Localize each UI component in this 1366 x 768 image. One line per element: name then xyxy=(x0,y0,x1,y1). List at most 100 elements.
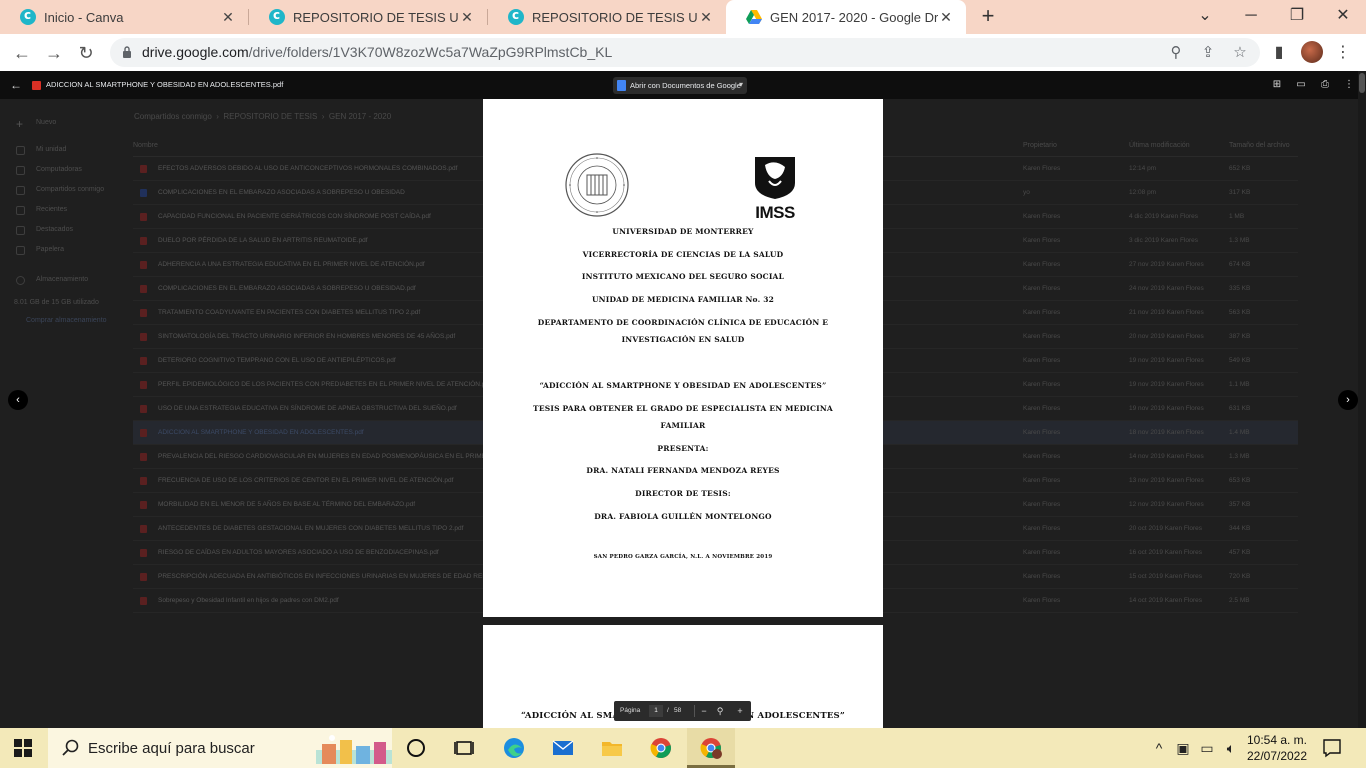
page-number-input[interactable]: 1 xyxy=(649,705,663,717)
taskbar-cortana[interactable] xyxy=(392,728,440,768)
taskbar-clock[interactable]: 10:54 a. m. 22/07/2022 xyxy=(1244,732,1310,764)
tab-canva[interactable]: Inicio - Canva ✕ xyxy=(0,0,248,34)
url-text[interactable]: drive.google.com/drive/folders/1V3K70W8z… xyxy=(142,44,612,60)
google-drive-favicon-icon xyxy=(746,10,762,24)
tab-close-icon[interactable]: ✕ xyxy=(698,9,714,25)
bookmark-star-icon[interactable]: ☆ xyxy=(1231,44,1249,62)
tab-close-icon[interactable]: ✕ xyxy=(459,9,475,25)
taskbar-task-view[interactable] xyxy=(440,728,488,768)
column-modified: Última modificación xyxy=(1129,142,1190,149)
browser-toolbar: ← → ↻ drive.google.com/drive/folders/1V3… xyxy=(0,34,1366,71)
restore-icon[interactable]: ❐ xyxy=(1274,0,1320,34)
mail-envelope-icon xyxy=(552,740,574,755)
my-drive-icon xyxy=(16,146,25,155)
column-size: Tamaño del archivo xyxy=(1229,142,1290,149)
zoom-magnifier-icon[interactable]: ⚲ xyxy=(714,705,726,717)
viewer-scrollbar[interactable] xyxy=(1358,71,1366,728)
tab-google-drive[interactable]: GEN 2017- 2020 - Google Drive ✕ xyxy=(726,0,966,34)
next-file-arrow-icon[interactable]: › xyxy=(1338,390,1358,410)
tab-close-icon[interactable]: ✕ xyxy=(220,9,236,25)
zoom-magnifier-icon[interactable]: ⚲ xyxy=(1167,44,1185,62)
doc-line-author: DRA. NATALI FERNANDA MENDOZA REYES xyxy=(586,466,780,475)
taskbar-search-input[interactable] xyxy=(88,737,348,759)
close-window-icon[interactable]: ✕ xyxy=(1320,0,1366,34)
column-owner: Propietario xyxy=(1023,142,1057,149)
pdf-file-icon xyxy=(140,237,147,245)
scrollbar-thumb[interactable] xyxy=(1359,73,1365,93)
meet-now-icon[interactable]: ▣ xyxy=(1172,738,1194,758)
doc-line-director: DRA. FABIOLA GUILLÉN MONTELONGO xyxy=(594,512,772,521)
pdf-file-icon xyxy=(140,573,147,581)
back-arrow-icon[interactable]: ← xyxy=(10,41,34,65)
volume-speaker-icon[interactable]: 🔈︎ xyxy=(1220,738,1242,758)
show-hidden-icons-chevron-icon[interactable]: ^ xyxy=(1148,738,1170,758)
browser-menu-icon[interactable]: ⋮ xyxy=(1332,42,1354,64)
windows-start-icon[interactable] xyxy=(14,739,32,757)
notification-center-icon[interactable] xyxy=(1322,738,1342,758)
file-size: 720 KB xyxy=(1229,573,1251,580)
taskbar-chrome-profile[interactable] xyxy=(687,728,735,768)
file-name: PRESCRIPCIÓN ADECUADA EN ANTIBIÓTICOS EN… xyxy=(158,573,525,580)
chrome-profile-icon xyxy=(700,738,722,759)
computers-icon xyxy=(16,166,25,175)
comment-icon[interactable]: ▭ xyxy=(1295,79,1307,91)
canva-favicon-icon xyxy=(269,8,285,25)
file-size: 674 KB xyxy=(1229,261,1251,268)
new-plus-icon: + xyxy=(16,117,24,131)
starred-icon xyxy=(16,226,25,235)
previous-file-arrow-icon[interactable]: ‹ xyxy=(8,390,28,410)
tab-search-chevron-icon[interactable]: ⌄ xyxy=(1182,0,1228,34)
file-owner: Karen Flores xyxy=(1023,381,1061,388)
tab-title: GEN 2017- 2020 - Google Drive xyxy=(770,9,938,25)
page-total: 58 xyxy=(674,707,682,714)
storage-label: Almacenamiento xyxy=(36,276,89,283)
taskbar-chrome[interactable] xyxy=(637,728,685,768)
close-viewer-arrow-icon[interactable]: ← xyxy=(10,78,22,92)
taskbar-mail[interactable] xyxy=(539,728,587,768)
doc-line-place-date: SAN PEDRO GARZA GARCÍA, N.L. A NOVIEMBRE… xyxy=(593,554,773,560)
file-owner: Karen Flores xyxy=(1023,453,1061,460)
canva-favicon-icon xyxy=(20,8,36,25)
pdf-page-1: IMSS UNIVERSIDAD DE MONTERREY VICERRECTO… xyxy=(483,99,883,617)
buy-storage-link: Comprar almacenamiento xyxy=(26,317,107,324)
reload-icon[interactable]: ↻ xyxy=(74,41,98,65)
print-icon[interactable]: ⎙ xyxy=(1319,79,1331,91)
share-icon[interactable]: ⇪ xyxy=(1199,44,1217,62)
zoom-out-icon[interactable]: − xyxy=(698,705,710,717)
url-host: drive.google.com xyxy=(142,44,249,60)
pdf-file-icon xyxy=(140,429,147,437)
new-tab-plus-icon[interactable]: + xyxy=(976,5,1000,29)
file-modified: 13 nov 2019 Karen Flores xyxy=(1129,477,1204,484)
minimize-icon[interactable]: ─ xyxy=(1228,0,1274,34)
file-size: 1.1 MB xyxy=(1229,381,1250,388)
storage-cloud-icon xyxy=(16,276,25,285)
taskbar-file-explorer[interactable] xyxy=(588,728,636,768)
side-panel-icon[interactable]: ▮ xyxy=(1268,42,1290,64)
open-with-google-docs-button[interactable]: Abrir con Documentos de Google ▾ xyxy=(613,77,747,94)
add-to-drive-icon[interactable]: ⊞ xyxy=(1271,79,1283,91)
tab-close-icon[interactable]: ✕ xyxy=(938,9,954,25)
profile-avatar[interactable] xyxy=(1301,41,1323,63)
taskbar-edge[interactable] xyxy=(490,728,538,768)
file-name: CAPACIDAD FUNCIONAL EN PACIENTE GERIÁTRI… xyxy=(158,213,431,220)
tab-repositorio-2[interactable]: REPOSITORIO DE TESIS UMF 32 | ✕ xyxy=(488,0,726,34)
file-name: TRATAMIENTO COADYUVANTE EN PACIENTES CON… xyxy=(158,309,421,316)
forward-arrow-icon[interactable]: → xyxy=(42,41,66,65)
battery-icon[interactable]: ▭ xyxy=(1196,738,1218,758)
zoom-in-icon[interactable]: + xyxy=(734,705,746,717)
tab-repositorio-1[interactable]: REPOSITORIO DE TESIS UMF 32 | ✕ xyxy=(249,0,487,34)
nav-divider xyxy=(694,705,695,717)
file-size: 652 KB xyxy=(1229,165,1251,172)
cortana-circle-icon xyxy=(407,739,425,757)
file-size: 631 KB xyxy=(1229,405,1251,412)
doc-line-university: UNIVERSIDAD DE MONTERREY xyxy=(612,227,754,236)
file-size: 549 KB xyxy=(1229,357,1251,364)
browser-tab-strip: Inicio - Canva ✕ REPOSITORIO DE TESIS UM… xyxy=(0,0,1366,34)
more-options-icon[interactable]: ⋮ xyxy=(1343,79,1355,91)
pdf-file-icon xyxy=(32,81,41,90)
pdf-viewer-header: ← ADICCION AL SMARTPHONE Y OBESIDAD EN A… xyxy=(0,71,1366,99)
dropdown-caret-icon[interactable]: ▾ xyxy=(739,80,743,89)
file-name: Sobrepeso y Obesidad Infantil en hijos d… xyxy=(158,597,339,604)
address-bar[interactable]: drive.google.com/drive/folders/1V3K70W8z… xyxy=(110,38,1260,67)
sidebar-item-computers: Computadoras xyxy=(36,166,82,173)
